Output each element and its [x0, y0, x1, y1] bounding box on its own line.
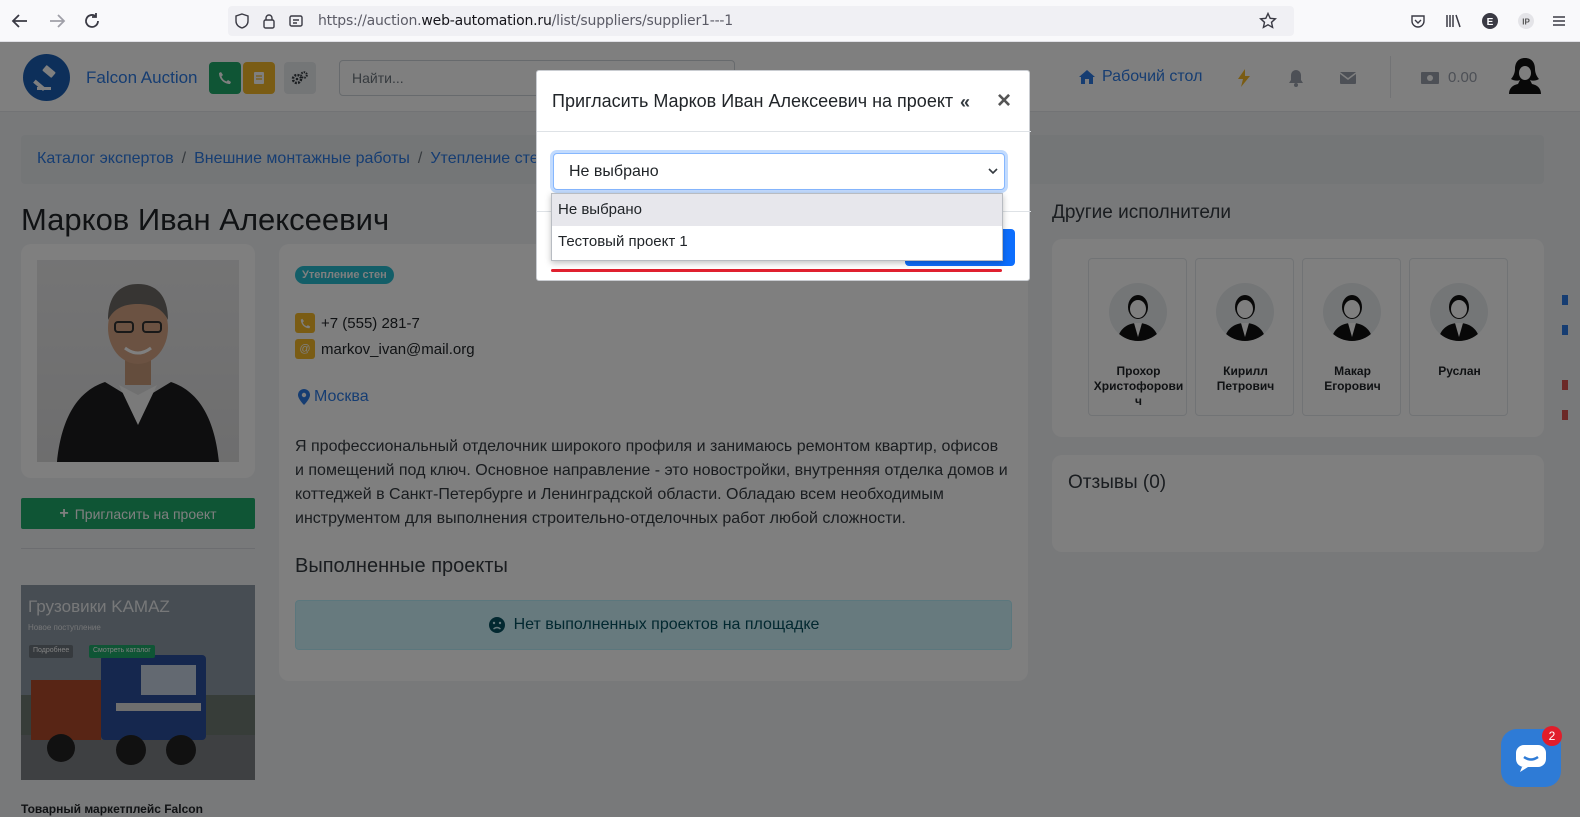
pocket-icon[interactable]	[1408, 11, 1428, 31]
project-select-value: Не выбрано	[569, 163, 659, 180]
url-text[interactable]: https://auction.web-automation.ru/list/s…	[318, 13, 733, 29]
shield-icon[interactable]	[232, 11, 252, 31]
project-select[interactable]: Не выбрано	[553, 153, 1005, 190]
bookmark-star-icon[interactable]	[1258, 11, 1278, 31]
back-icon[interactable]	[8, 9, 32, 33]
lock-icon[interactable]	[259, 11, 279, 31]
menu-icon[interactable]	[1549, 11, 1569, 31]
chat-unread-badge: 2	[1542, 726, 1562, 746]
chevron-down-icon	[988, 168, 998, 175]
highlight-underline	[551, 269, 1002, 272]
reload-icon[interactable]	[80, 9, 104, 33]
modal-header: Пригласить Марков Иван Алексеевич на про…	[537, 71, 1031, 132]
option-test-project-1[interactable]: Тестовый проект 1	[552, 226, 1002, 258]
option-not-selected[interactable]: Не выбрано	[552, 194, 1002, 226]
page-info-icon[interactable]	[286, 11, 306, 31]
extension-e-icon[interactable]: E	[1480, 11, 1500, 31]
browser-toolbar: https://auction.web-automation.ru/list/s…	[0, 0, 1580, 42]
chat-bubble-icon	[1516, 745, 1546, 772]
address-bar[interactable]: https://auction.web-automation.ru/list/s…	[228, 6, 1294, 36]
svg-text:E: E	[1487, 17, 1494, 28]
modal-title: Пригласить Марков Иван Алексеевич на про…	[552, 91, 954, 111]
forward-icon[interactable]	[45, 9, 69, 33]
library-icon[interactable]	[1444, 11, 1464, 31]
extension-ip-icon[interactable]: IP	[1516, 11, 1536, 31]
double-chevron-left-icon[interactable]: «	[960, 92, 970, 113]
close-icon[interactable]: ×	[997, 88, 1011, 114]
project-options-list: Не выбрано Тестовый проект 1	[551, 193, 1003, 261]
svg-text:IP: IP	[1522, 18, 1530, 27]
